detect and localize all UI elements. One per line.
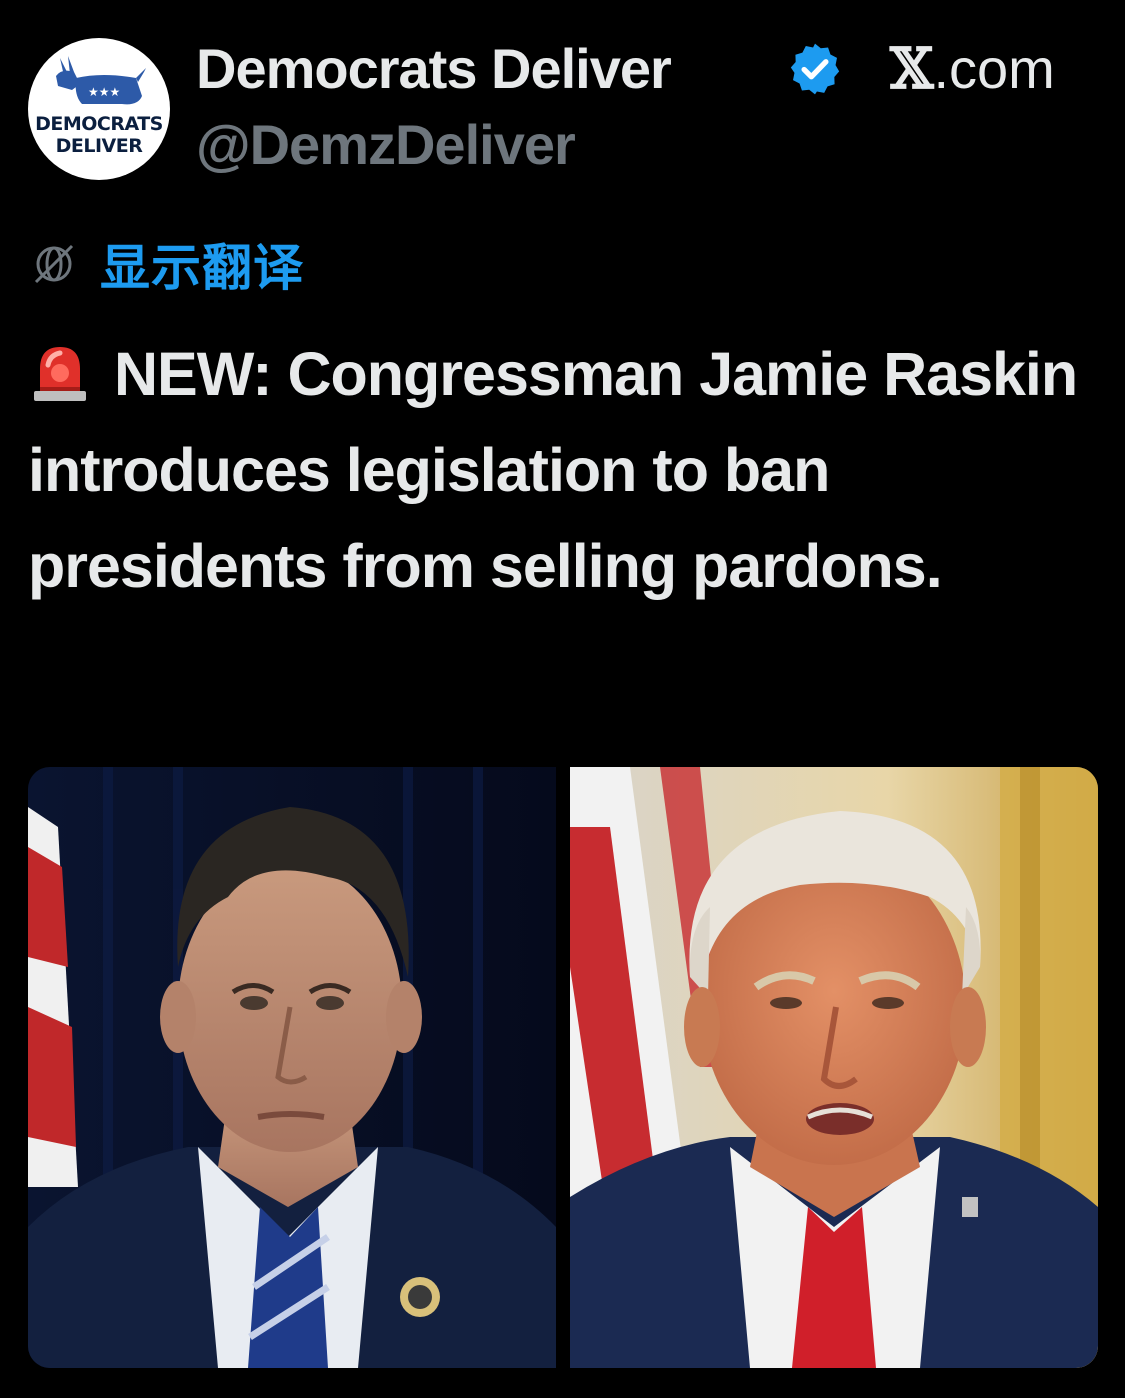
display-name[interactable]: Democrats Deliver	[196, 36, 672, 101]
post-text: NEW: Congressman Jamie Raskin introduces…	[28, 340, 1078, 600]
avatar-text: DELIVER	[55, 135, 143, 157]
x-logo-icon: 𝕏	[890, 36, 934, 102]
media-grid[interactable]	[28, 767, 1098, 1368]
site-label: 𝕏.com	[890, 36, 1055, 102]
show-translation-link[interactable]: 显示翻译	[30, 232, 304, 297]
avatar-text: DEMOCRATS	[35, 113, 163, 135]
donkey-logo-icon: ★★★	[56, 56, 146, 105]
account-handle[interactable]: @DemzDeliver	[196, 112, 576, 177]
post-body: NEW: Congressman Jamie Raskin introduces…	[28, 326, 1108, 614]
photo-jamie-raskin[interactable]	[28, 767, 556, 1368]
translate-label[interactable]: 显示翻译	[100, 228, 304, 300]
site-label-domain: .com	[933, 37, 1055, 100]
translate-globe-icon	[34, 244, 74, 284]
avatar[interactable]: ★★★ DEMOCRATS DELIVER	[28, 38, 170, 180]
siren-icon	[34, 347, 86, 401]
photo-donald-trump[interactable]	[570, 767, 1098, 1368]
svg-text:★★★: ★★★	[88, 85, 120, 99]
verified-badge-icon	[790, 43, 840, 95]
